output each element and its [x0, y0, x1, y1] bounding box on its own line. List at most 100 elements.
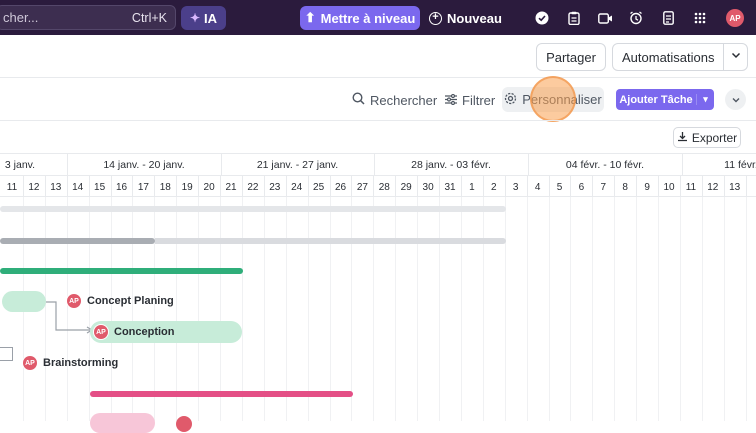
day-cell: 26	[334, 181, 347, 193]
day-cell: 11	[6, 181, 18, 193]
day-cell: 15	[94, 181, 106, 193]
add-task-button[interactable]: Ajouter Tâche ▾	[616, 89, 714, 110]
day-cell: 10	[663, 181, 675, 193]
day-cell: 9	[644, 181, 650, 193]
day-cell: 21	[225, 181, 237, 193]
day-cell: 25	[313, 181, 325, 193]
assignee-avatar[interactable]: AP	[93, 324, 109, 340]
task-name: Concept Planing	[87, 295, 174, 307]
milestone-box[interactable]	[0, 347, 13, 361]
day-cell: 4	[534, 181, 541, 193]
task-name: Brainstorming	[43, 357, 119, 369]
day-separator	[745, 176, 747, 198]
week-header: 3 janv. 14 janv. - 20 janv. 21 janv. - 2…	[0, 153, 756, 176]
grid-line	[592, 197, 594, 421]
export-button[interactable]: Exporter	[673, 127, 741, 148]
search-icon	[352, 92, 365, 108]
user-avatar[interactable]: AP	[726, 9, 744, 27]
day-cell: 31	[444, 181, 456, 193]
assignee-avatar[interactable]	[176, 416, 192, 432]
day-cell: 17	[137, 181, 149, 193]
day-cell: 1	[469, 181, 475, 193]
click-indicator	[530, 76, 576, 122]
task-brainstorming[interactable]: AP Brainstorming	[22, 355, 118, 371]
filter-sliders-icon	[445, 93, 457, 108]
header-divider	[0, 77, 756, 78]
day-cell: 7	[600, 181, 607, 193]
grid-line	[745, 197, 747, 421]
alarm-clock-icon[interactable]	[628, 10, 644, 26]
day-header: 11 12 13 14 15 16 17 18 19 20 21 22 23 24 25 26 27 28 29 30…	[0, 175, 756, 198]
day-cell: 22	[247, 181, 259, 193]
sparkle-icon: ✦	[189, 11, 201, 25]
search-tool-button[interactable]: Rechercher	[352, 90, 437, 110]
upgrade-button[interactable]: ⬆ Mettre à niveau	[300, 6, 420, 30]
grid-line	[395, 197, 397, 421]
grid-line	[570, 197, 572, 421]
grid-line	[132, 197, 134, 421]
automations-button-label: Automatisations	[622, 49, 715, 65]
task-bar-pink[interactable]	[90, 413, 155, 433]
grid-line	[220, 197, 221, 421]
assignee-avatar[interactable]: AP	[22, 355, 38, 371]
caret-down-icon[interactable]: ▾	[696, 94, 714, 105]
day-cell: 8	[622, 181, 628, 193]
chevron-down-icon	[730, 49, 742, 64]
video-icon[interactable]	[597, 10, 613, 26]
apps-grid-icon[interactable]	[692, 10, 708, 26]
task-conception[interactable]: AP Conception	[93, 324, 175, 340]
day-cell: 3	[512, 181, 519, 193]
download-icon	[677, 131, 688, 145]
grid-line	[329, 197, 331, 421]
ai-button[interactable]: ✦ IA	[181, 6, 226, 30]
week-label: 28 janv. - 03 févr.	[411, 159, 491, 171]
new-button-label: Nouveau	[447, 10, 502, 26]
grid-line	[373, 197, 375, 421]
day-cell: 12	[707, 181, 719, 193]
grid-line	[636, 197, 638, 421]
export-button-label: Exporter	[691, 130, 738, 145]
gear-icon	[504, 92, 517, 108]
week-label: 3 janv.	[4, 159, 36, 171]
grid-line	[504, 197, 506, 421]
progress-bar-filled[interactable]	[0, 238, 155, 244]
week-label: 04 févr. - 10 févr.	[565, 159, 645, 171]
top-bar: cher... Ctrl+K ✦ IA ⬆ Mettre à niveau + …	[0, 0, 756, 35]
ai-button-label: IA	[204, 10, 218, 26]
week-label: 11 févr.	[724, 159, 756, 171]
pink-summary-bar[interactable]	[90, 391, 353, 397]
grid-line	[548, 197, 550, 421]
day-cell: 28	[378, 181, 390, 193]
grid-line	[154, 197, 156, 421]
grid-line	[658, 197, 659, 421]
day-cell: 20	[203, 181, 215, 193]
dependency-arrow	[46, 301, 94, 334]
week-label: 21 janv. - 27 janv.	[256, 159, 339, 171]
new-button[interactable]: + Nouveau	[429, 6, 509, 30]
day-cell: 30	[422, 181, 434, 193]
timeline-bar-light[interactable]	[0, 206, 506, 212]
automations-button[interactable]: Automatisations	[612, 43, 748, 71]
document-icon[interactable]	[660, 10, 676, 26]
grid-line	[439, 197, 440, 421]
day-cell: 13	[50, 181, 62, 193]
day-cell: 13	[729, 181, 741, 193]
collapse-chevron-icon[interactable]	[725, 89, 746, 110]
rocket-icon: ⬆	[304, 10, 316, 25]
green-summary-bar[interactable]	[0, 268, 243, 274]
grid-line	[110, 197, 112, 421]
search-input[interactable]: cher... Ctrl+K	[0, 5, 176, 30]
grid-line	[460, 197, 462, 421]
check-circle-icon[interactable]	[534, 10, 550, 26]
grid-line	[723, 197, 725, 421]
day-cell: 18	[159, 181, 171, 193]
day-cell: 11	[685, 181, 697, 193]
grid-line	[351, 197, 353, 421]
day-cell: 14	[72, 181, 84, 193]
share-button[interactable]: Partager	[536, 43, 606, 71]
clipboard-icon[interactable]	[566, 10, 582, 26]
filter-button[interactable]: Filtrer	[445, 90, 495, 110]
day-cell: 12	[28, 181, 40, 193]
progress-bar-remaining[interactable]	[155, 238, 506, 244]
day-cell: 5	[556, 181, 563, 193]
